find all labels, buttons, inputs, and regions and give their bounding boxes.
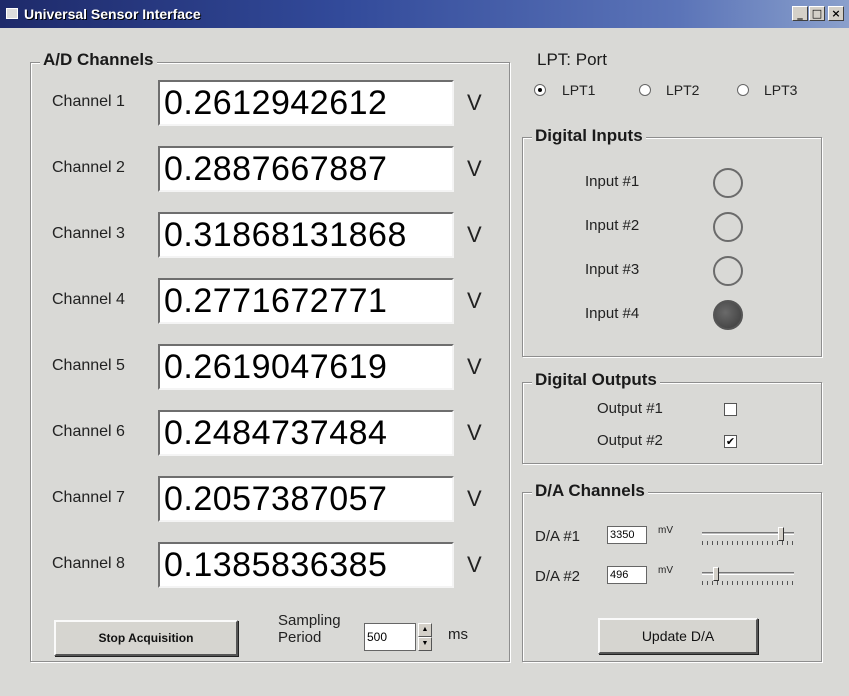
app-icon	[6, 8, 18, 19]
input-label: Input #3	[585, 261, 640, 278]
input-led-indicator	[713, 212, 743, 242]
channel-unit: V	[467, 90, 482, 115]
stop-acquisition-button[interactable]: Stop Acquisition	[54, 620, 238, 656]
output-label: Output #1	[597, 400, 663, 417]
spin-down-button[interactable]: ▼	[418, 637, 432, 651]
sampling-period-input[interactable]: 500	[364, 623, 416, 651]
channel-label: Channel 6	[52, 423, 125, 440]
main-window: Universal Sensor Interface _ □ × A/D Cha…	[0, 0, 849, 696]
input-led-indicator	[713, 168, 743, 198]
channel-unit: V	[467, 486, 482, 511]
channel-value: 0.31868131868	[158, 212, 454, 258]
channel-label: Channel 1	[52, 93, 125, 110]
da-value-input[interactable]: 3350	[607, 526, 647, 544]
spin-up-button[interactable]: ▲	[418, 623, 432, 637]
channel-value: 0.2771672771	[158, 278, 454, 324]
minimize-button[interactable]: _	[792, 6, 808, 21]
lpt3-radio[interactable]	[737, 84, 749, 96]
channel-label: Channel 5	[52, 357, 125, 374]
da-slider-thumb[interactable]	[778, 527, 784, 541]
channel-unit: V	[467, 552, 482, 577]
lpt-port-title: LPT: Port	[534, 50, 610, 70]
digital-outputs-title: Digital Outputs	[532, 370, 660, 390]
input-led-indicator	[713, 256, 743, 286]
input-label: Input #1	[585, 173, 640, 190]
digital-outputs-group	[522, 382, 822, 464]
channel-value: 0.2612942612	[158, 80, 454, 126]
channel-unit: V	[467, 156, 482, 181]
da-slider-thumb[interactable]	[713, 567, 719, 581]
lpt2-label[interactable]: LPT2	[666, 82, 699, 98]
close-button[interactable]: ×	[828, 6, 844, 21]
da-value-input[interactable]: 496	[607, 566, 647, 584]
lpt1-label[interactable]: LPT1	[562, 82, 595, 98]
output-label: Output #2	[597, 432, 663, 449]
da-unit: mV	[658, 565, 673, 576]
input-label: Input #2	[585, 217, 640, 234]
input-label: Input #4	[585, 305, 640, 322]
update-da-button[interactable]: Update D/A	[598, 618, 758, 654]
output-checkbox[interactable]	[724, 403, 737, 416]
channel-label: Channel 8	[52, 555, 125, 572]
sampling-period-label: Sampling Period	[278, 612, 341, 646]
digital-inputs-title: Digital Inputs	[532, 126, 646, 146]
title-bar[interactable]: Universal Sensor Interface _ □ ×	[0, 0, 849, 28]
channel-value: 0.2484737484	[158, 410, 454, 456]
channel-unit: V	[467, 288, 482, 313]
channel-unit: V	[467, 354, 482, 379]
maximize-button[interactable]: □	[809, 6, 825, 21]
channel-unit: V	[467, 222, 482, 247]
lpt1-radio[interactable]	[534, 84, 546, 96]
da-channels-title: D/A Channels	[532, 481, 648, 501]
channel-value: 0.2619047619	[158, 344, 454, 390]
sampling-label-line2: Period	[278, 629, 322, 646]
sampling-label-line1: Sampling	[278, 612, 341, 629]
input-led-indicator	[713, 300, 743, 330]
window-title: Universal Sensor Interface	[24, 6, 201, 22]
lpt3-label[interactable]: LPT3	[764, 82, 797, 98]
channel-value: 0.1385836385	[158, 542, 454, 588]
ad-channels-title: A/D Channels	[40, 50, 157, 70]
da-label: D/A #2	[535, 568, 581, 585]
da-label: D/A #1	[535, 528, 581, 545]
output-checkbox[interactable]: ✔	[724, 435, 737, 448]
channel-value: 0.2057387057	[158, 476, 454, 522]
channel-label: Channel 4	[52, 291, 125, 308]
digital-inputs-group	[522, 137, 822, 357]
channel-label: Channel 2	[52, 159, 125, 176]
channel-unit: V	[467, 420, 482, 445]
sampling-unit: ms	[448, 626, 468, 643]
da-unit: mV	[658, 525, 673, 536]
da-slider-ticks	[702, 541, 794, 545]
channel-value: 0.2887667887	[158, 146, 454, 192]
da-slider-ticks	[702, 581, 794, 585]
channel-label: Channel 7	[52, 489, 125, 506]
channel-label: Channel 3	[52, 225, 125, 242]
lpt2-radio[interactable]	[639, 84, 651, 96]
